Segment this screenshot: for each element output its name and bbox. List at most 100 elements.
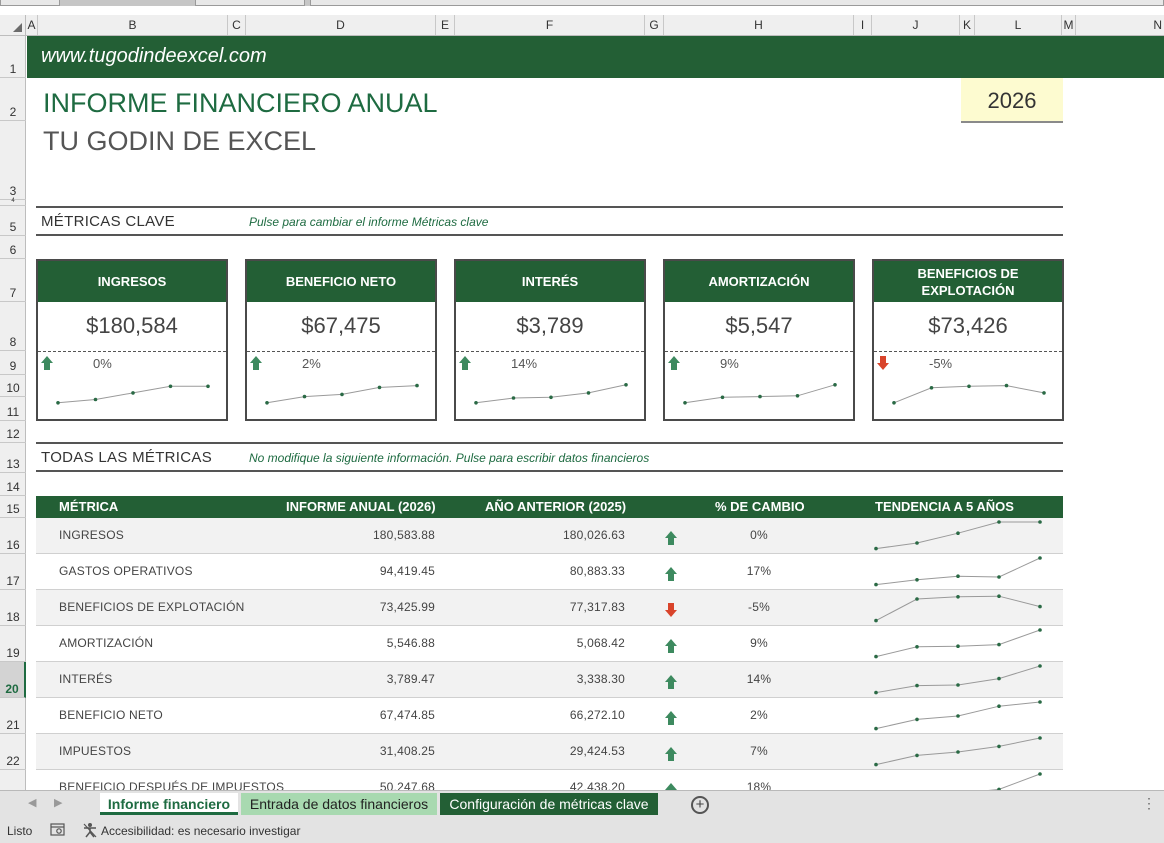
sparkline-point-4 [795,394,800,398]
table-row[interactable]: INGRESOS 180,583.88 180,026.63 0% [36,518,1063,554]
metric-trend [874,554,1054,590]
row-header-7[interactable]: 7 [0,259,26,302]
column-header-m[interactable]: M [1062,15,1076,35]
sparkline-point-2 [915,597,919,601]
column-header-j[interactable]: J [872,15,960,35]
sparkline-point-4 [168,384,173,389]
row-header-14[interactable]: 14 [0,473,26,496]
kpi-card[interactable]: INGRESOS $180,584 0% [36,259,228,421]
sparkline-point-2 [302,394,307,399]
metric-change: 18% [746,780,772,790]
table-row[interactable]: GASTOS OPERATIVOS 94,419.45 80,883.33 17% [36,554,1063,590]
row-header-9[interactable]: 9 [0,351,26,375]
website-url[interactable]: www.tugodindeexcel.com [41,45,267,68]
column-header-g[interactable]: G [645,15,664,35]
column-header-e[interactable]: E [436,15,455,35]
scroll-tabs-right-icon[interactable]: ▶ [54,796,62,809]
key-metrics-link[interactable]: Pulse para cambiar el informe Métricas c… [249,215,488,229]
sparkline-point-3 [956,644,960,648]
row-header-16[interactable]: 16 [0,518,26,554]
metric-name: INGRESOS [59,528,124,542]
sparkline-point-5 [1038,664,1042,668]
sparkline-point-2 [93,397,98,402]
column-header-f[interactable]: F [455,15,645,35]
row-header-12[interactable]: 12 [0,421,26,443]
kpi-card[interactable]: INTERÉS $3,789 14% [454,259,646,421]
all-metrics-link[interactable]: No modifique la siguiente información. P… [249,451,649,465]
report-year-input[interactable]: 2026 [961,78,1063,123]
column-header-k[interactable]: K [960,15,975,35]
sparkline-point-3 [549,395,553,400]
accessibility-status[interactable]: Accesibilidad: es necesario investigar [101,824,300,838]
macro-recorder-icon[interactable] [50,823,66,837]
trend-sparkline [874,700,1042,731]
kpi-card[interactable]: BENEFICIO NETO $67,475 2% [245,259,437,421]
column-header-d[interactable]: D [246,15,436,35]
sparkline-point-2 [915,645,919,649]
row-header-11[interactable]: 11 [0,397,26,421]
metric-name: IMPUESTOS [59,744,132,758]
metric-name: GASTOS OPERATIVOS [59,564,193,578]
metric-arrow [664,674,678,690]
metric-previous: 29,424.53 [569,744,625,758]
row-header-15[interactable]: 15 [0,496,26,518]
sparkline-point-5 [1038,604,1042,609]
scroll-tabs-left-icon[interactable]: ◀ [28,796,36,809]
add-sheet-icon[interactable]: + [691,796,709,814]
select-all-button[interactable] [0,15,26,35]
sparkline-point-5 [206,384,210,389]
row-header-19[interactable]: 19 [0,626,26,662]
row-header-5[interactable]: 5 [0,206,26,236]
metric-trend [874,698,1054,734]
row-header-2[interactable]: 2 [0,78,26,121]
column-header-b[interactable]: B [38,15,228,35]
table-row[interactable]: INTERÉS 3,789.47 3,338.30 14% [36,662,1063,698]
header-previous-year: AÑO ANTERIOR (2025) [485,499,627,514]
row-header-10[interactable]: 10 [0,375,26,397]
kpi-card[interactable]: AMORTIZACIÓN $5,547 9% [663,259,855,421]
table-row[interactable]: BENEFICIO DESPUÉS DE IMPUESTOS 50,247.68 4… [36,770,1063,790]
kpi-card-trend [38,371,226,411]
row-header-13[interactable]: 13 [0,443,26,473]
row-header-18[interactable]: 18 [0,590,26,626]
arrow-up-icon [41,356,53,370]
row-header-17[interactable]: 17 [0,554,26,590]
column-header-n[interactable]: N [1076,15,1164,35]
trend-sparkline [874,594,1042,623]
row-header-21[interactable]: 21 [0,698,26,734]
tab-configuracion-metricas[interactable]: Configuración de métricas clave [440,793,658,815]
column-header-c[interactable]: C [228,15,246,35]
worksheet[interactable]: www.tugodindeexcel.com INFORME FINANCIER… [27,36,1164,790]
row-header-8[interactable]: 8 [0,302,26,351]
row-header-20[interactable]: 20 [0,662,26,698]
column-header-i[interactable]: I [854,15,872,35]
metric-change: 14% [746,672,772,686]
accessibility-icon[interactable] [82,822,98,838]
metric-change: 7% [750,744,768,758]
tab-entrada-datos[interactable]: Entrada de datos financieros [241,793,437,815]
column-header-a[interactable]: A [26,15,38,35]
metric-current: 73,425.99 [379,600,435,614]
metric-arrow [664,746,678,762]
kpi-card[interactable]: BENEFICIOS DE EXPLOTACIÓN $73,426 -5% [872,259,1064,421]
row-header-22[interactable]: 22 [0,734,26,770]
header-trend: TENDENCIA A 5 AÑOS [875,499,1014,514]
tab-informe-financiero[interactable]: Informe financiero [100,793,238,815]
metric-change: 2% [750,708,768,722]
table-row[interactable]: AMORTIZACIÓN 5,546.88 5,068.42 9% [36,626,1063,662]
sparkline-point-2 [720,395,725,400]
metric-trend [874,590,1054,626]
more-options-icon[interactable]: ⋮ [1142,795,1156,812]
kpi-sparkline [265,383,419,405]
all-metrics-section: TODAS LAS MÉTRICAS No modifique la sigui… [36,442,1063,472]
metric-name: BENEFICIO NETO [59,708,163,722]
table-row[interactable]: BENEFICIOS DE EXPLOTACIÓN 73,425.99 77,317… [36,590,1063,626]
row-header-3[interactable]: 3 [0,121,26,200]
column-header-h[interactable]: H [664,15,854,35]
table-row[interactable]: IMPUESTOS 31,408.25 29,424.53 7% [36,734,1063,770]
row-header-1[interactable]: 1 [0,36,26,78]
row-header-6[interactable]: 6 [0,236,26,259]
sparkline-point-2 [915,683,919,688]
table-row[interactable]: BENEFICIO NETO 67,474.85 66,272.10 2% [36,698,1063,734]
column-header-l[interactable]: L [975,15,1062,35]
